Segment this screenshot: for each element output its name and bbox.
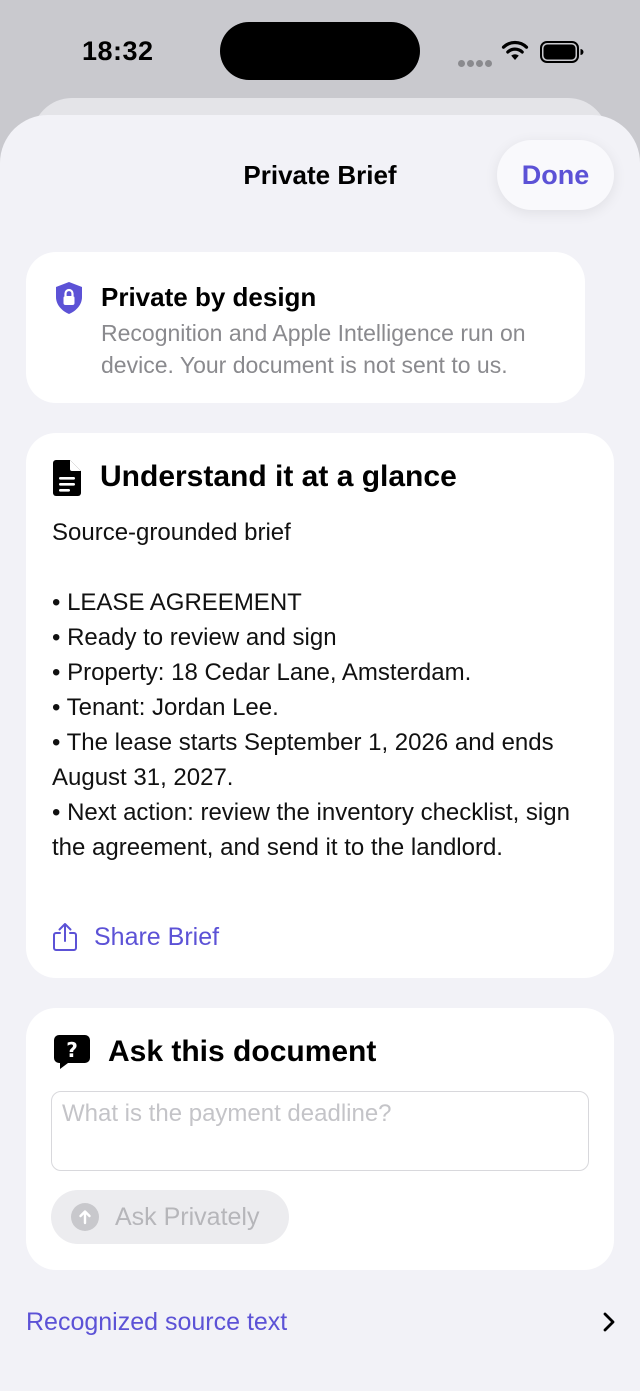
- ask-title: Ask this document: [108, 1035, 377, 1068]
- battery-icon: [540, 41, 584, 63]
- ask-card: ? Ask this document Ask Privately: [26, 1008, 614, 1270]
- shield-lock-icon: [56, 282, 82, 314]
- done-button[interactable]: Done: [497, 140, 614, 210]
- brief-bullet: • Tenant: Jordan Lee.: [52, 694, 279, 721]
- ask-privately-label: Ask Privately: [115, 1202, 260, 1231]
- dynamic-island: [220, 22, 420, 80]
- brief-bullet: • LEASE AGREEMENT: [52, 589, 302, 616]
- glance-title: Understand it at a glance: [100, 460, 457, 493]
- question-input[interactable]: [51, 1091, 589, 1171]
- brief-bullet: • The lease starts September 1, 2026 and…: [52, 729, 554, 791]
- svg-text:?: ?: [66, 1038, 78, 1062]
- question-bubble-icon: ?: [54, 1035, 90, 1069]
- brief-text: Source-grounded brief • LEASE AGREEMENT …: [52, 515, 600, 865]
- share-icon: [53, 923, 77, 951]
- arrow-up-icon: [71, 1203, 99, 1231]
- chevron-right-icon: [603, 1312, 615, 1332]
- share-brief-label: Share Brief: [94, 922, 220, 951]
- privacy-title: Private by design: [101, 282, 317, 312]
- brief-bullet: • Property: 18 Cedar Lane, Amsterdam.: [52, 659, 472, 686]
- glance-card: Understand it at a glance Source-grounde…: [26, 433, 614, 978]
- status-time: 18:32: [82, 36, 154, 66]
- brief-bullet: • Ready to review and sign: [52, 624, 337, 651]
- recognized-source-text-row[interactable]: Recognized source text: [26, 1300, 616, 1344]
- status-bar: 18:32: [0, 0, 640, 100]
- wifi-icon: [501, 40, 529, 60]
- brief-bullet: • Next action: review the inventory chec…: [52, 799, 570, 861]
- ask-privately-button[interactable]: Ask Privately: [51, 1190, 289, 1244]
- recognized-source-text-label: Recognized source text: [26, 1307, 288, 1336]
- share-brief-button[interactable]: Share Brief: [52, 919, 219, 955]
- cellular-signal-icon: [458, 54, 494, 72]
- brief-subtitle: Source-grounded brief: [52, 519, 291, 546]
- privacy-description: Recognition and Apple Intelligence run o…: [101, 320, 526, 378]
- document-icon: [53, 460, 81, 496]
- privacy-card: Private by design Recognition and Apple …: [26, 252, 585, 403]
